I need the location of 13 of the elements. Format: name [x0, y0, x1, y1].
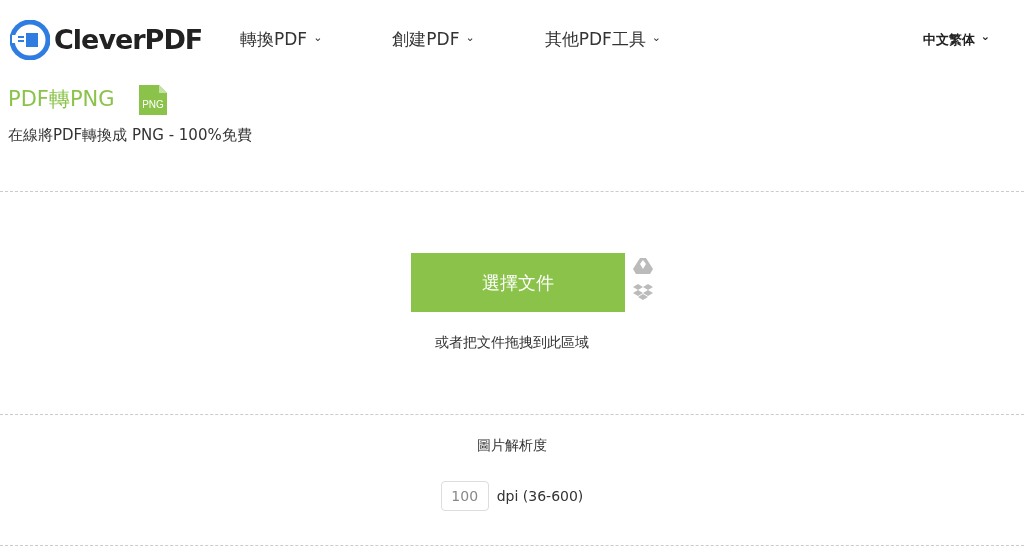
- language-selector[interactable]: 中文繁体 $^{⌄}$: [922, 30, 990, 50]
- dpi-range-text: dpi (36-600): [496, 486, 584, 506]
- dpi-input[interactable]: 100: [440, 481, 489, 511]
- page-title: PDF轉PNG: [8, 86, 115, 113]
- nav-link[interactable]: 其他PDF工具 $^{⌄}$: [544, 27, 662, 53]
- resolution-label: 圖片解析度: [477, 436, 547, 455]
- logo-icon: [10, 20, 50, 60]
- file-icon: PNG: [138, 84, 167, 115]
- page-subtitle: 在線將PDF轉換成 PNG - 100%免費: [8, 124, 253, 146]
- drop-hint: 或者把文件拖拽到此區域: [435, 333, 589, 352]
- logo-text[interactable]: CleverPDF: [54, 19, 203, 61]
- nav-link[interactable]: 轉換PDF $^{⌄}$: [240, 27, 323, 53]
- nav-link[interactable]: 創建PDF $^{⌄}$: [392, 27, 475, 53]
